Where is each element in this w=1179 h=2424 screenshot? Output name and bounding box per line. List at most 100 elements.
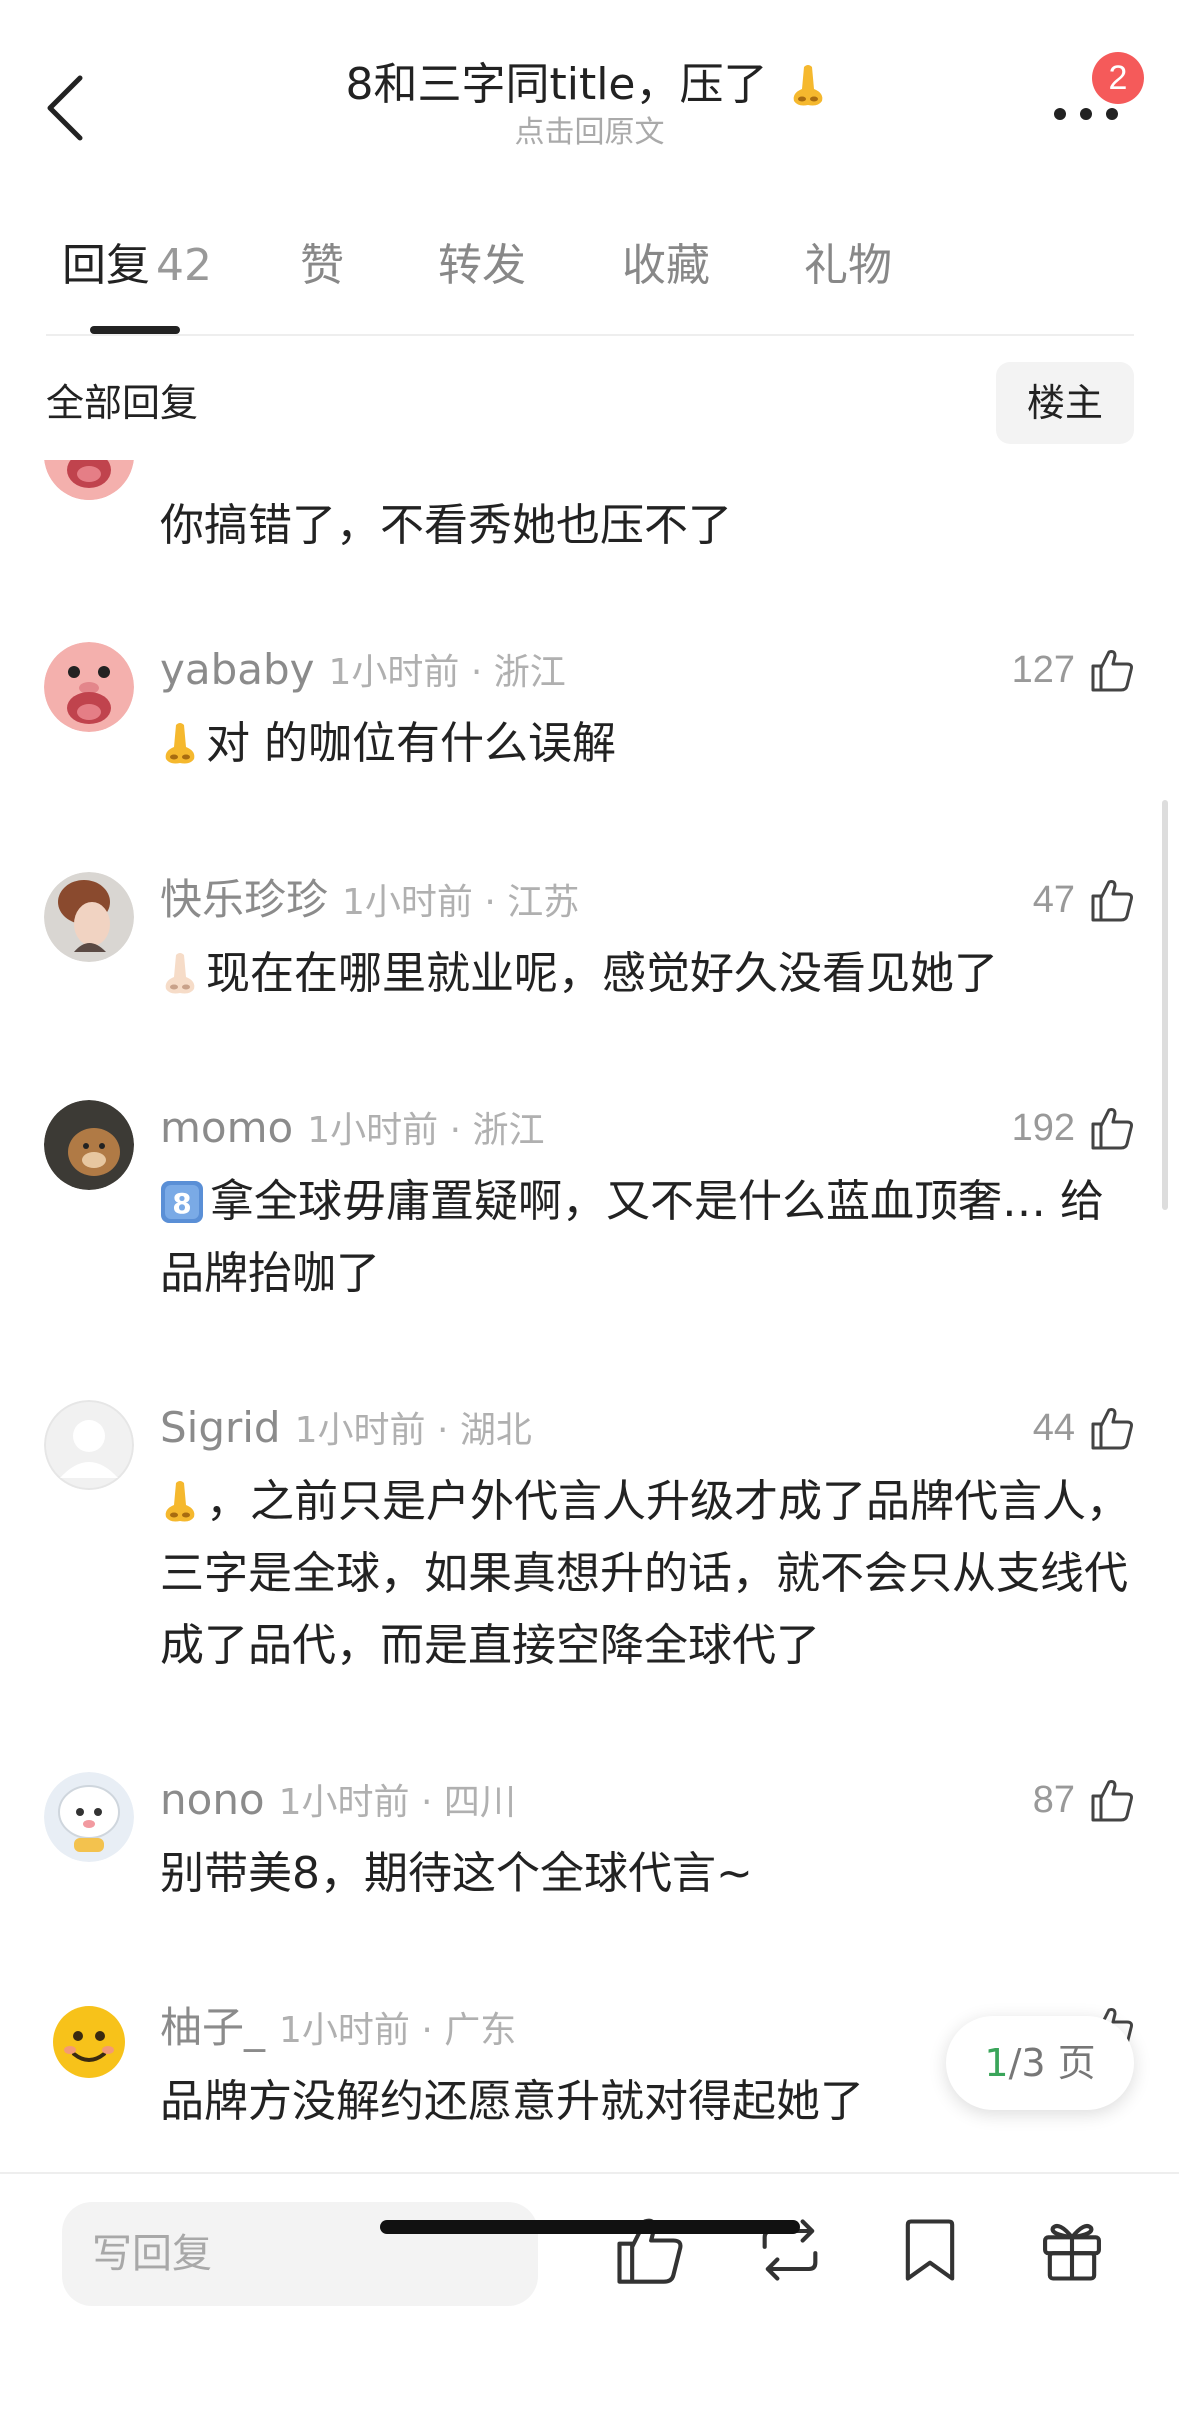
username[interactable]: yababy: [160, 645, 315, 694]
comment-header: nono 1小时前 · 四川: [160, 1772, 516, 1828]
avatar-image: [44, 460, 134, 500]
avatar[interactable]: [44, 460, 134, 500]
like-count: 47: [1032, 878, 1075, 921]
username[interactable]: nono: [160, 1775, 265, 1824]
like-button[interactable]: 87: [1033, 1772, 1135, 1828]
username[interactable]: 柚子_: [160, 2003, 265, 2052]
thumbs-up-icon: [1091, 1108, 1133, 1150]
nose-emoji-icon: [165, 723, 195, 764]
comment-text: 现在在哪里就业呢，感觉好久没看见她了: [206, 948, 998, 999]
reply-input[interactable]: 写回复: [62, 2202, 538, 2306]
nose-emoji-icon: [165, 1481, 195, 1522]
comment-body: ，之前只是户外代言人升级才成了品牌代言人，三字是全球，如果真想升的话，就不会只从…: [160, 1466, 1140, 1682]
comment-body: 对 的咖位有什么误解: [160, 708, 1140, 780]
avatar[interactable]: [44, 642, 134, 732]
thumbs-up-icon: [1091, 1408, 1133, 1450]
comment-body: 8 拿全球毋庸置疑啊，又不是什么蓝血顶奢… 给品牌抬咖了: [160, 1166, 1140, 1310]
bookmark-icon: [905, 2219, 955, 2281]
svg-text:8: 8: [172, 1187, 191, 1220]
comment-item[interactable]: nono 1小时前 · 四川 87 别带美8，期待这个全球代言~: [0, 1772, 1179, 1952]
username[interactable]: momo: [160, 1103, 293, 1152]
nose-emoji-icon: [165, 953, 195, 994]
comment-header: momo 1小时前 · 浙江: [160, 1100, 544, 1156]
page-title: 8和三字同title，压了: [200, 58, 979, 112]
like-count: 87: [1032, 1778, 1075, 1821]
comment-item[interactable]: yababy 1小时前 · 浙江 127 对 的咖位有什么误解: [0, 642, 1179, 842]
page-indicator[interactable]: 1/3 页: [946, 2016, 1134, 2110]
tab-gifts[interactable]: 礼物: [804, 234, 892, 298]
thumbs-up-icon: [1091, 1780, 1133, 1822]
avatar-image: [44, 642, 134, 732]
like-button[interactable]: 127: [1012, 642, 1135, 698]
comment-item[interactable]: momo 1小时前 · 浙江 192 8 拿全球毋庸置疑啊，又不是什么蓝血顶奢… …: [0, 1100, 1179, 1360]
tab-replies-label: 回复: [62, 240, 150, 291]
avatar-image: [44, 872, 134, 962]
divider: [46, 334, 1134, 336]
active-tab-indicator: [90, 326, 180, 334]
scrollbar[interactable]: [1162, 800, 1168, 1210]
avatar[interactable]: [44, 1400, 134, 1490]
back-to-original-link[interactable]: 点击回原文: [200, 114, 979, 152]
total-pages: /3 页: [1008, 2041, 1096, 2085]
username[interactable]: Sigrid: [160, 1403, 281, 1452]
comment-item[interactable]: 你搞错了，不看秀她也压不了: [0, 460, 1179, 580]
gift-icon: [1043, 2223, 1101, 2281]
comment-text: 你搞错了，不看秀她也压不了: [160, 500, 732, 551]
current-page: 1: [984, 2041, 1009, 2085]
comment-meta: 1小时前 · 四川: [278, 1782, 516, 1823]
comment-text: ，之前只是户外代言人升级才成了品牌代言人，三字是全球，如果真想升的话，就不会只从…: [160, 1476, 1130, 1671]
tab-replies-count: 42: [156, 240, 212, 291]
avatar[interactable]: [44, 1772, 134, 1862]
thumbs-up-icon: [1091, 880, 1133, 922]
avatar-image: [44, 1772, 134, 1862]
home-indicator: [380, 2220, 800, 2234]
comment-header: 快乐珍珍 1小时前 · 江苏: [160, 872, 579, 928]
nose-emoji-icon: [793, 65, 822, 106]
tab-favorites[interactable]: 收藏: [622, 234, 710, 298]
comment-meta: 1小时前 · 江苏: [342, 882, 580, 923]
like-button[interactable]: 192: [1012, 1100, 1135, 1156]
avatar-image: [44, 1100, 134, 1190]
comment-text: 别带美8，期待这个全球代言~: [160, 1848, 753, 1899]
comment-header: yababy 1小时前 · 浙江: [160, 642, 566, 698]
title-block[interactable]: 8和三字同title，压了 点击回原文: [200, 58, 979, 152]
comment-header: Sigrid 1小时前 · 湖北: [160, 1400, 532, 1456]
default-avatar-icon: [44, 1400, 134, 1490]
comment-header: 柚子_ 1小时前 · 广东: [160, 2000, 516, 2056]
bookmark-button[interactable]: [892, 2212, 968, 2288]
tab-likes[interactable]: 赞: [300, 234, 344, 298]
comment-body: 现在在哪里就业呢，感觉好久没看见她了: [160, 938, 1140, 1010]
avatar[interactable]: [44, 2000, 134, 2090]
like-count: 44: [1032, 1406, 1075, 1449]
comment-item[interactable]: 快乐珍珍 1小时前 · 江苏 47 现在在哪里就业呢，感觉好久没看见她了: [0, 872, 1179, 1072]
comment-item[interactable]: Sigrid 1小时前 · 湖北 44 ，之前只是户外代言人升级才成了品牌代言人，…: [0, 1400, 1179, 1700]
like-button[interactable]: 44: [1033, 1400, 1135, 1456]
comment-meta: 1小时前 · 广东: [279, 2010, 517, 2051]
all-replies-filter[interactable]: 全部回复: [46, 376, 198, 430]
tab-reposts[interactable]: 转发: [438, 234, 526, 298]
avatar[interactable]: [44, 872, 134, 962]
bottom-action-bar: 写回复: [0, 2172, 1179, 2424]
like-count: 127: [1011, 648, 1075, 691]
back-button[interactable]: [40, 72, 96, 144]
chevron-left-icon: [47, 75, 83, 141]
tab-bar: 回复 42 赞 转发 收藏 礼物: [0, 234, 1179, 336]
keycap-8-icon: 8: [161, 1181, 203, 1223]
comment-list: 你搞错了，不看秀她也压不了 yababy 1小时前 · 浙江 127 对 的咖位…: [0, 460, 1179, 2170]
top-bar: 8和三字同title，压了 点击回原文 2: [0, 0, 1179, 190]
page-title-text: 8和三字同title，压了: [345, 59, 768, 110]
avatar-image: [44, 2000, 134, 2090]
tab-replies[interactable]: 回复 42: [62, 234, 212, 298]
comment-text: 对 的咖位有什么误解: [206, 718, 616, 769]
comment-meta: 1小时前 · 浙江: [307, 1110, 545, 1151]
like-count: 192: [1011, 1106, 1075, 1149]
avatar[interactable]: [44, 1100, 134, 1190]
like-button[interactable]: 47: [1033, 872, 1135, 928]
comment-meta: 1小时前 · 浙江: [328, 652, 566, 693]
thumbs-up-icon: [1091, 650, 1133, 692]
comment-text: 拿全球毋庸置疑啊，又不是什么蓝血顶奢… 给品牌抬咖了: [160, 1176, 1104, 1299]
comment-meta: 1小时前 · 湖北: [294, 1410, 532, 1451]
gift-button[interactable]: [1034, 2212, 1110, 2288]
username[interactable]: 快乐珍珍: [160, 875, 328, 924]
owner-only-button[interactable]: 楼主: [996, 362, 1134, 444]
